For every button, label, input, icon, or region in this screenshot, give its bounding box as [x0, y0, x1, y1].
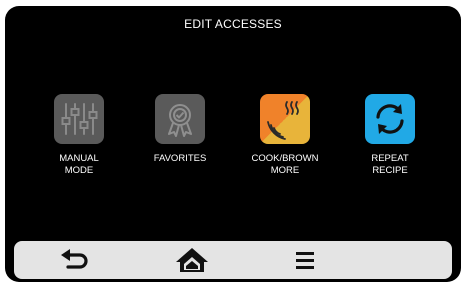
back-button[interactable]: [44, 241, 104, 279]
home-icon: [176, 248, 208, 272]
menu-icon: [296, 252, 314, 269]
home-button[interactable]: [162, 241, 222, 279]
bottom-nav-bar: [14, 241, 452, 279]
back-arrow-icon: [61, 249, 88, 269]
cook-brown-more-tile[interactable]: [260, 94, 310, 144]
manual-mode-tile[interactable]: [54, 94, 104, 144]
repeat-arrows-icon: [376, 104, 404, 134]
oven-screen: EDIT ACCESSES MANUAL MODE FAVORITES COOK…: [5, 6, 461, 282]
favorites-tile[interactable]: [155, 94, 205, 144]
repeat-recipe-label: REPEAT RECIPE: [371, 153, 409, 176]
award-ribbon-icon: [168, 104, 192, 137]
cook-brown-more-label: COOK/BROWN MORE: [251, 153, 319, 176]
repeat-recipe-tile[interactable]: [365, 94, 415, 144]
manual-mode-label: MANUAL MODE: [59, 153, 99, 176]
menu-button[interactable]: [276, 241, 336, 279]
sliders-icon: [61, 103, 98, 135]
heat-waves-icon: [267, 101, 299, 140]
favorites-label: FAVORITES: [153, 153, 207, 164]
page-title: EDIT ACCESSES: [184, 17, 282, 31]
